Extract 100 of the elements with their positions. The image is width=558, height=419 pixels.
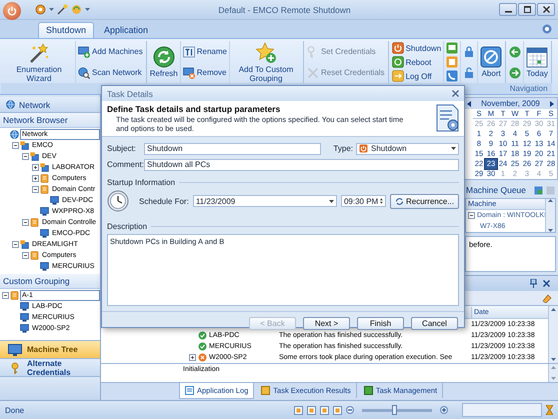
- arrow-left-icon: [509, 46, 522, 58]
- ribbon-button[interactable]: Add To Custom Grouping: [230, 42, 301, 82]
- tree-toggle[interactable]: [2, 292, 9, 299]
- power-icon: [7, 6, 17, 16]
- tree-toggle[interactable]: [12, 241, 19, 248]
- pin-icon[interactable]: [530, 279, 537, 288]
- ribbon-button[interactable]: Rename: [182, 46, 228, 58]
- section-title: Startup Information: [107, 178, 176, 187]
- tree-toggle[interactable]: [468, 212, 475, 219]
- power-icon: [359, 144, 368, 153]
- section-title: Network Browser: [0, 113, 100, 128]
- ribbon-button[interactable]: Scan Network: [77, 66, 144, 78]
- ribbon-button[interactable]: Today: [525, 46, 550, 78]
- close-icon[interactable]: [452, 90, 459, 97]
- nav-button[interactable]: Alternate Credentials: [0, 359, 100, 377]
- ribbon-tab[interactable]: Shutdown: [38, 22, 94, 38]
- previous-month-icon[interactable]: [467, 100, 471, 106]
- globe-icon: [6, 100, 15, 109]
- calendar-icon: [526, 46, 548, 68]
- scroll-down-icon: [551, 358, 556, 361]
- zoom-in-icon[interactable]: [440, 406, 448, 414]
- comment-field[interactable]: Shutdown all PCs: [144, 158, 459, 170]
- computer-icon: [40, 229, 49, 238]
- panel-title: Machine Queue: [466, 185, 528, 196]
- dropdown-caret-icon: [451, 147, 456, 150]
- monitor-plus-icon: [78, 46, 90, 58]
- dialog-button[interactable]: Next >: [303, 317, 350, 330]
- ribbon-button[interactable]: Shutdown: [390, 42, 442, 54]
- wand-icon[interactable]: [57, 4, 68, 15]
- eraser-icon[interactable]: [542, 293, 552, 303]
- tree-toggle[interactable]: [12, 142, 19, 149]
- monitor-remove-icon: [182, 66, 195, 78]
- recurrence-icon: [394, 196, 404, 206]
- ribbon-button[interactable]: Remove: [182, 66, 228, 78]
- scrollbar[interactable]: [548, 364, 558, 382]
- ribbon-icon-button[interactable]: [445, 42, 460, 54]
- time-spinner[interactable]: 09:30 PM: [340, 195, 386, 207]
- type-dropdown[interactable]: Shutdown: [356, 142, 459, 154]
- rename-icon: [182, 46, 195, 58]
- tree-toggle[interactable]: [22, 219, 29, 226]
- zoom-out-icon[interactable]: [346, 406, 354, 414]
- computer-icon: [20, 302, 29, 311]
- minimize-button[interactable]: [499, 3, 517, 16]
- ribbon-button[interactable]: Reboot: [390, 56, 442, 68]
- date-dropdown[interactable]: 11/23/2009: [192, 195, 337, 207]
- nav-button[interactable]: Machine Tree: [0, 341, 100, 359]
- row-toggle[interactable]: [189, 354, 196, 361]
- close-icon[interactable]: [543, 280, 550, 287]
- group-icon: [30, 251, 39, 260]
- ribbon-button[interactable]: Abort: [479, 46, 504, 78]
- ribbon-icon-button[interactable]: [445, 70, 460, 82]
- reboot-icon: [392, 56, 404, 68]
- status-text: Done: [5, 406, 26, 414]
- month-title: November, 2009: [481, 99, 540, 108]
- computer-icon: [40, 262, 49, 271]
- zoom-slider-thumb[interactable]: [392, 404, 396, 414]
- ribbon-button[interactable]: Refresh: [148, 46, 179, 78]
- scrollbar[interactable]: [545, 198, 555, 232]
- group-icon: [40, 174, 49, 183]
- ribbon-icon-button[interactable]: [508, 46, 522, 58]
- ribbon-button[interactable]: Log Off: [390, 70, 442, 82]
- ribbon-button[interactable]: Enumeration Wizard: [4, 42, 74, 82]
- task-icon: [364, 386, 373, 395]
- dialog-button[interactable]: Cancel: [411, 317, 458, 330]
- scrollbar[interactable]: [548, 306, 558, 363]
- caret-icon[interactable]: [49, 8, 54, 12]
- subject-field[interactable]: Shutdown: [144, 142, 322, 154]
- clock-icon: [107, 190, 129, 212]
- tree-toggle[interactable]: [22, 252, 29, 259]
- tree-toggle[interactable]: [32, 186, 39, 193]
- domain-icon: [30, 152, 39, 161]
- maximize-button[interactable]: [518, 3, 536, 16]
- caret-icon[interactable]: [85, 8, 90, 12]
- tree-toggle[interactable]: [32, 164, 39, 171]
- group-icon: [40, 185, 49, 194]
- dialog-title: Task Details: [107, 88, 153, 98]
- field-label: Schedule For:: [139, 196, 189, 206]
- scroll-up-icon: [551, 366, 556, 369]
- results-icon: [261, 386, 270, 395]
- ribbon-icon-button[interactable]: [508, 66, 522, 78]
- logoff-icon: [392, 70, 404, 82]
- close-button[interactable]: [537, 3, 555, 16]
- close-icon: [542, 6, 550, 13]
- add-icon[interactable]: [534, 186, 543, 195]
- phone-icon: [446, 70, 458, 82]
- domain-icon: [20, 240, 29, 249]
- dialog-heading: Define Task details and startup parameters: [107, 104, 282, 114]
- group-icon: [30, 218, 39, 227]
- power-icon: [392, 42, 404, 54]
- recurrence-button[interactable]: Recurrence...: [390, 194, 459, 208]
- tree-toggle[interactable]: [32, 175, 39, 182]
- ribbon-button[interactable]: Add Machines: [77, 46, 144, 58]
- next-month-icon[interactable]: [550, 100, 554, 106]
- app-menu-button[interactable]: [3, 2, 21, 20]
- window-title: Default - EMCO Remote Shutdown: [217, 4, 352, 14]
- ribbon-tab[interactable]: Application: [96, 22, 156, 38]
- spinner-arrows-icon: [380, 197, 383, 205]
- computer-icon: [40, 207, 49, 216]
- tree-toggle[interactable]: [22, 153, 29, 160]
- dialog-button[interactable]: Finish: [357, 317, 404, 330]
